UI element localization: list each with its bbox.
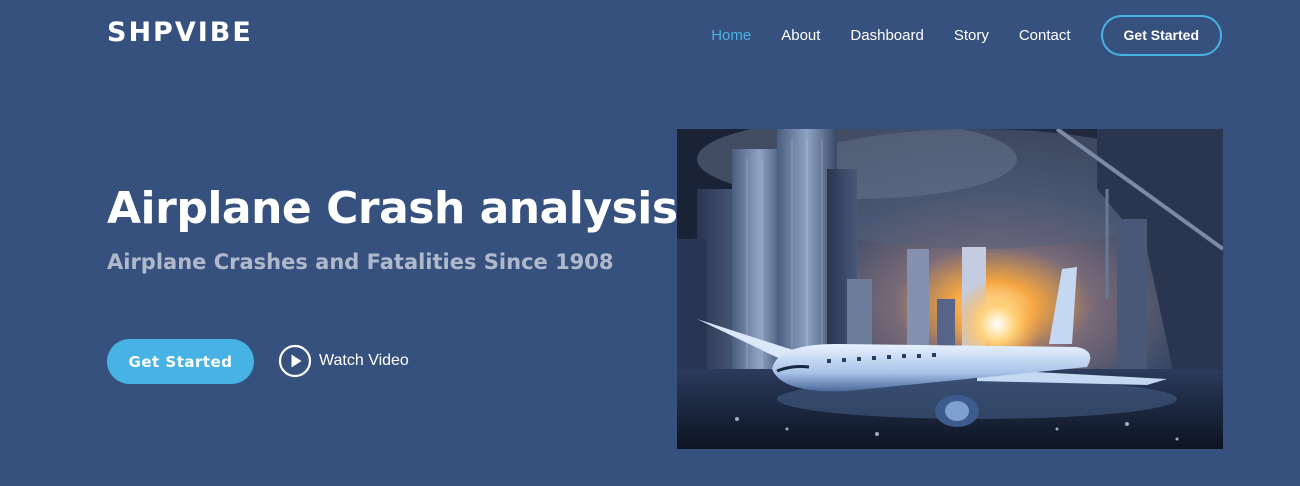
hero-get-started-button[interactable]: Get Started (107, 339, 254, 384)
nav-link-home[interactable]: Home (711, 27, 751, 44)
crash-scene-illustration (677, 129, 1223, 449)
hero-image (677, 129, 1223, 449)
hero-title: Airplane Crash analysis (107, 183, 678, 234)
watch-video-label: Watch Video (319, 352, 409, 369)
nav-link-dashboard[interactable]: Dashboard (850, 27, 923, 44)
main-nav: Home About Dashboard Story Contact Get S… (711, 14, 1222, 56)
site-header: SHPVIBE Home About Dashboard Story Conta… (0, 0, 1300, 70)
watch-video-button[interactable]: Watch Video (278, 344, 409, 378)
play-circle-icon (278, 344, 312, 378)
nav-link-about[interactable]: About (781, 27, 820, 44)
nav-get-started-button[interactable]: Get Started (1100, 14, 1222, 56)
nav-link-contact[interactable]: Contact (1019, 27, 1071, 44)
site-logo[interactable]: SHPVIBE (107, 17, 253, 48)
hero-subtitle: Airplane Crashes and Fatalities Since 19… (107, 250, 614, 274)
nav-link-story[interactable]: Story (954, 27, 989, 44)
